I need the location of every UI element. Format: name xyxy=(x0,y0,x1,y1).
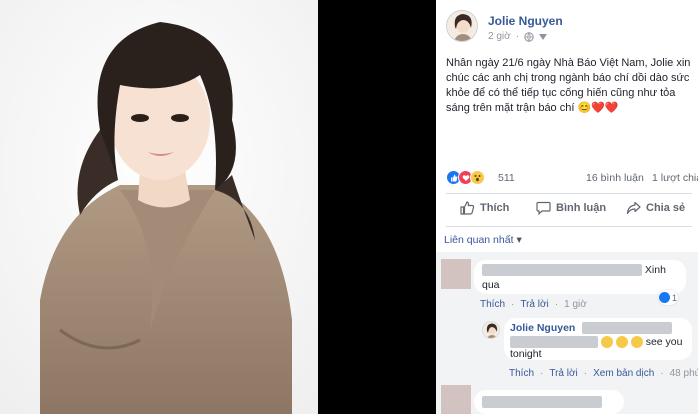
reply-like-link[interactable]: Thích xyxy=(509,368,534,379)
commenter-avatar[interactable] xyxy=(441,259,471,289)
post-header: Jolie Nguyen 2 giờ · xyxy=(446,10,696,44)
separator: · xyxy=(660,368,664,379)
translate-link[interactable]: Xem bản dịch xyxy=(593,368,654,379)
author-name[interactable]: Jolie Nguyen xyxy=(488,14,563,28)
separator: · xyxy=(554,299,559,310)
share-count[interactable]: 1 lượt chia sẻ xyxy=(652,172,698,184)
thumb-up-icon xyxy=(460,201,475,215)
reply-bubble: Jolie Nguyen see you tonight xyxy=(504,318,692,360)
separator: · xyxy=(511,299,515,310)
comment-like-count: 1 xyxy=(671,292,677,303)
portrait-image xyxy=(0,0,318,414)
like-button[interactable]: Thích xyxy=(460,201,509,215)
wow-reaction-icon xyxy=(470,170,485,185)
comment-text-line2: qua xyxy=(482,279,500,291)
chevron-down-icon: ▾ xyxy=(516,234,522,246)
post-panel: Jolie Nguyen 2 giờ · Nhân ngày 21/6 ngày… xyxy=(436,0,698,414)
share-button[interactable]: Chia sẻ xyxy=(626,201,685,215)
kiss-emoji-icon xyxy=(600,336,613,349)
comment-like-badge[interactable]: 1 xyxy=(658,290,678,305)
redacted-text xyxy=(510,336,598,349)
post-photo[interactable] xyxy=(0,0,318,414)
dot-separator: · xyxy=(515,31,520,42)
reaction-count[interactable]: 511 xyxy=(498,172,515,184)
redacted-text xyxy=(482,264,642,277)
post-emojis: 😊❤️❤️ xyxy=(577,102,619,114)
post-time[interactable]: 2 giờ xyxy=(488,31,511,42)
comment-text: Xinh xyxy=(644,264,666,276)
comment-count[interactable]: 16 bình luận xyxy=(586,172,644,184)
reply-text-line2: tonight xyxy=(510,348,542,360)
comment-bubble: Xinh qua xyxy=(474,260,686,294)
post-meta: 2 giờ · xyxy=(488,31,548,42)
filter-label: Liên quan nhất xyxy=(444,234,514,246)
like-label: Thích xyxy=(480,202,510,214)
divider xyxy=(446,226,692,227)
commenter-avatar[interactable] xyxy=(441,385,471,414)
post-body: Nhân ngày 21/6 ngày Nhà Báo Việt Nam, Jo… xyxy=(446,57,691,114)
share-label: Chia sẻ xyxy=(646,202,686,214)
comment-actions: Thích · Trả lời · 1 giờ xyxy=(480,299,587,310)
author-avatar[interactable] xyxy=(446,10,478,42)
comment-filter[interactable]: Liên quan nhất ▾ xyxy=(444,234,522,246)
separator: · xyxy=(540,368,544,379)
reply-actions: Thích · Trả lời · Xem bản dịch · 48 phút xyxy=(509,368,698,379)
reply-text: see you xyxy=(645,336,683,348)
share-icon xyxy=(626,201,641,215)
redacted-text xyxy=(482,396,602,408)
redacted-text xyxy=(582,322,673,335)
divider xyxy=(446,193,692,194)
action-bar: Thích Bình luận Chia sẻ xyxy=(446,198,698,220)
kiss-emoji-icon xyxy=(615,336,628,349)
comment-like-link[interactable]: Thích xyxy=(480,299,505,310)
comment-time[interactable]: 1 giờ xyxy=(564,299,587,310)
reply-time[interactable]: 48 phút xyxy=(670,368,698,379)
reply-author[interactable]: Jolie Nguyen xyxy=(510,322,575,334)
reaction-summary: 511 16 bình luận 1 lượt chia sẻ xyxy=(446,169,698,187)
separator: · xyxy=(583,368,588,379)
post-text: Nhân ngày 21/6 ngày Nhà Báo Việt Nam, Jo… xyxy=(446,56,694,116)
reply-reply-link[interactable]: Trả lời xyxy=(549,368,577,379)
comment-button[interactable]: Bình luận xyxy=(536,201,606,215)
comment-reply-link[interactable]: Trả lời xyxy=(520,299,548,310)
photo-viewer xyxy=(0,0,436,414)
comment-bubble xyxy=(474,390,624,414)
comment-label: Bình luận xyxy=(556,202,607,214)
comment-icon xyxy=(536,201,551,215)
globe-icon xyxy=(524,31,534,42)
kiss-emoji-icon xyxy=(630,336,643,349)
like-reaction-icon xyxy=(658,292,670,303)
comments-section: Xinh qua 1 Thích · Trả lời · 1 giờ Jolie… xyxy=(436,252,698,414)
chevron-down-icon[interactable] xyxy=(539,33,548,40)
reaction-icons[interactable] xyxy=(446,170,485,185)
reply-avatar[interactable] xyxy=(482,321,500,339)
